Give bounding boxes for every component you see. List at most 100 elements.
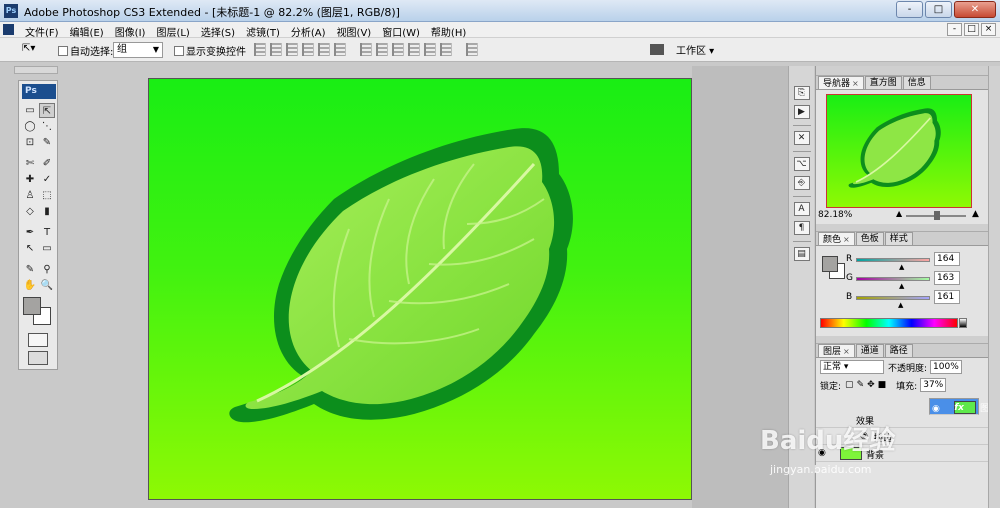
- notes-tool-icon[interactable]: ✎: [22, 262, 38, 277]
- red-slider[interactable]: [856, 258, 930, 262]
- blur-tool-icon[interactable]: ◇: [22, 204, 38, 219]
- lock-position-icon[interactable]: ✥: [867, 380, 875, 390]
- document-icon[interactable]: [3, 24, 14, 35]
- clone-source-icon[interactable]: ⎆: [793, 176, 810, 190]
- foreground-color-swatch[interactable]: [23, 297, 41, 315]
- align-vcenter-icon[interactable]: [270, 43, 282, 56]
- tool-presets-icon[interactable]: ✕: [793, 131, 810, 145]
- magic-wand-tool-icon[interactable]: ⋱: [39, 119, 55, 134]
- maximize-button[interactable]: □: [925, 1, 952, 18]
- panel-grip[interactable]: [816, 66, 1000, 76]
- red-value-input[interactable]: 164: [934, 252, 960, 266]
- minimize-button[interactable]: -: [896, 1, 923, 18]
- path-selection-tool-icon[interactable]: ↖: [22, 241, 38, 256]
- panel-scrollbar[interactable]: [988, 66, 1000, 508]
- screen-mode-button[interactable]: [28, 351, 48, 365]
- align-right-icon[interactable]: [334, 43, 346, 56]
- quick-mask-button[interactable]: [28, 333, 48, 347]
- character-panel-icon[interactable]: A: [793, 202, 810, 216]
- blue-value-input[interactable]: 161: [934, 290, 960, 304]
- menu-layer[interactable]: 图层(L): [151, 24, 195, 39]
- tab-paths[interactable]: 路径: [884, 344, 913, 357]
- red-slider-knob[interactable]: ▲: [899, 263, 904, 271]
- menu-view[interactable]: 视图(V): [332, 24, 378, 39]
- move-tool-icon[interactable]: ⇱: [39, 103, 55, 118]
- menu-filter[interactable]: 滤镜(T): [241, 24, 286, 39]
- eraser-tool-icon[interactable]: ♙: [22, 188, 38, 203]
- zoom-slider-knob[interactable]: [934, 211, 940, 220]
- green-slider[interactable]: [856, 277, 930, 281]
- opacity-input[interactable]: 100%: [930, 360, 962, 374]
- zoom-out-icon[interactable]: ▲: [896, 209, 902, 218]
- distribute-hcenter-icon[interactable]: [424, 43, 436, 56]
- panel-grip[interactable]: [816, 336, 1000, 344]
- tab-swatches[interactable]: 色板: [855, 232, 884, 245]
- zoom-tool-icon[interactable]: 🔍: [39, 278, 55, 293]
- layer-comps-icon[interactable]: ▤: [793, 247, 810, 261]
- paragraph-panel-icon[interactable]: ¶: [793, 221, 810, 235]
- green-slider-knob[interactable]: ▲: [899, 282, 904, 290]
- tab-channels[interactable]: 通道: [855, 344, 884, 357]
- doc-restore-button[interactable]: □: [964, 23, 979, 36]
- align-hcenter-icon[interactable]: [318, 43, 330, 56]
- tab-styles[interactable]: 样式: [884, 232, 913, 245]
- menu-select[interactable]: 选择(S): [196, 24, 241, 39]
- gradient-tool-icon[interactable]: ⬚: [39, 188, 55, 203]
- zoom-in-icon[interactable]: ▲: [972, 209, 979, 219]
- align-bottom-icon[interactable]: [286, 43, 298, 56]
- blue-slider-knob[interactable]: ▲: [898, 301, 903, 309]
- auto-select-dropdown[interactable]: 组 ▼: [113, 42, 163, 58]
- green-value-input[interactable]: 163: [934, 271, 960, 285]
- crop-tool-icon[interactable]: ⊡: [22, 135, 38, 150]
- close-icon[interactable]: ×: [843, 347, 850, 356]
- dodge-tool-icon[interactable]: ▮: [39, 204, 55, 219]
- align-left-icon[interactable]: [302, 43, 314, 56]
- tab-layers[interactable]: 图层 ×: [818, 344, 855, 357]
- lock-transparency-icon[interactable]: ▢: [845, 380, 854, 390]
- auto-align-icon[interactable]: [466, 43, 478, 56]
- healing-tool-icon[interactable]: ✄: [22, 156, 38, 171]
- menu-window[interactable]: 窗口(W): [377, 24, 426, 39]
- distribute-right-icon[interactable]: [440, 43, 452, 56]
- align-top-icon[interactable]: [254, 43, 266, 56]
- toolbox-grip[interactable]: [14, 66, 58, 74]
- black-white-ramp[interactable]: [959, 318, 967, 328]
- menu-help[interactable]: 帮助(H): [426, 24, 472, 39]
- tab-navigator[interactable]: 导航器 ×: [818, 76, 864, 89]
- lock-pixels-icon[interactable]: ✎: [857, 380, 865, 390]
- type-tool-icon[interactable]: T: [39, 225, 55, 240]
- doc-close-button[interactable]: ×: [981, 23, 996, 36]
- clone-stamp-tool-icon[interactable]: ✚: [22, 172, 38, 187]
- history-brush-tool-icon[interactable]: ✓: [39, 172, 55, 187]
- tab-histogram[interactable]: 直方图: [864, 76, 902, 89]
- panel-grip[interactable]: [816, 224, 1000, 232]
- show-transform-checkbox[interactable]: [174, 46, 184, 56]
- navigator-preview[interactable]: [826, 94, 972, 208]
- close-icon[interactable]: ×: [843, 235, 850, 244]
- blue-slider[interactable]: [856, 296, 930, 300]
- marquee-tool-icon[interactable]: ▭: [22, 103, 38, 118]
- actions-panel-icon[interactable]: ▶: [793, 105, 810, 119]
- lasso-tool-icon[interactable]: ◯: [22, 119, 38, 134]
- eyedropper-tool-icon[interactable]: ⚲: [39, 262, 55, 277]
- menu-edit[interactable]: 编辑(E): [65, 24, 110, 39]
- auto-select-checkbox[interactable]: [58, 46, 68, 56]
- tab-info[interactable]: 信息: [902, 76, 931, 89]
- fill-input[interactable]: 37%: [920, 378, 947, 392]
- distribute-left-icon[interactable]: [408, 43, 420, 56]
- menu-file[interactable]: 文件(F): [20, 24, 65, 39]
- menu-image[interactable]: 图像(I): [110, 24, 152, 39]
- brushes-panel-icon[interactable]: ⌥: [793, 157, 810, 171]
- distribute-top-icon[interactable]: [360, 43, 372, 56]
- close-icon[interactable]: ×: [852, 79, 859, 88]
- color-spectrum[interactable]: [820, 318, 958, 328]
- hand-tool-icon[interactable]: ✋: [22, 278, 38, 293]
- tab-color[interactable]: 颜色 ×: [818, 232, 855, 245]
- lock-all-icon[interactable]: ■: [878, 380, 887, 390]
- close-button[interactable]: ✕: [954, 1, 996, 18]
- distribute-vcenter-icon[interactable]: [376, 43, 388, 56]
- menu-analysis[interactable]: 分析(A): [286, 24, 332, 39]
- foreground-color-swatch[interactable]: [822, 256, 838, 272]
- move-tool-icon[interactable]: ⇱▾: [22, 43, 35, 54]
- shape-tool-icon[interactable]: ▭: [39, 241, 55, 256]
